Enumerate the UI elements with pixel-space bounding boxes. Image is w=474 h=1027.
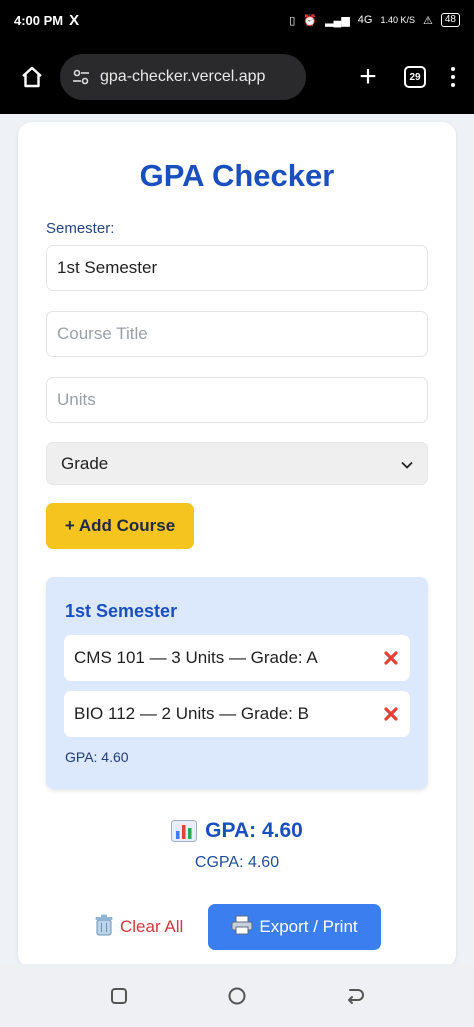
grade-select-value: Grade xyxy=(61,453,109,473)
clear-all-button[interactable]: Clear All xyxy=(94,904,183,950)
net-speed: 1.40 K/S xyxy=(380,15,415,25)
status-bar: 4:00 PM X ▯ ⏰ ▂▄▆ 4G 1.40 K/S ⚠ 48 xyxy=(0,0,474,40)
browser-toolbar: gpa-checker.vercel.app + 29 xyxy=(0,40,474,114)
system-nav-bar xyxy=(0,964,474,1027)
semester-section-title: 1st Semester xyxy=(65,601,178,621)
signal-icon: ▂▄▆ xyxy=(325,14,350,27)
bar-chart-icon xyxy=(171,820,198,842)
x-app-icon: X xyxy=(69,11,80,29)
export-print-button[interactable]: Export / Print xyxy=(208,904,381,950)
tab-switcher-button[interactable]: 29 xyxy=(404,66,426,88)
chevron-down-icon xyxy=(401,454,413,474)
new-tab-icon[interactable]: + xyxy=(354,62,382,92)
semester-gpa: GPA: 4.60 xyxy=(65,749,129,765)
semester-label: Semester: xyxy=(46,220,115,237)
trash-icon xyxy=(94,914,114,941)
course-item: BIO 112 — 2 Units — Grade: B xyxy=(64,691,410,737)
home-icon[interactable] xyxy=(12,57,52,97)
vibrate-icon: ▯ xyxy=(289,14,296,27)
clear-all-label: Clear All xyxy=(120,917,184,936)
course-item-text: BIO 112 — 2 Units — Grade: B xyxy=(74,704,309,723)
export-print-label: Export / Print xyxy=(259,917,358,936)
course-item-text: CMS 101 — 3 Units — Grade: A xyxy=(74,648,318,667)
overall-gpa: GPA: 4.60 xyxy=(18,819,456,843)
alarm-icon: ⏰ xyxy=(303,14,318,27)
page-title: GPA Checker xyxy=(139,158,335,193)
overall-gpa-text: GPA: 4.60 xyxy=(205,819,303,842)
back-icon[interactable] xyxy=(340,981,370,1011)
address-bar[interactable]: gpa-checker.vercel.app xyxy=(60,54,306,100)
semester-section: 1st Semester CMS 101 — 3 Units — Grade: … xyxy=(46,577,428,789)
semester-input[interactable]: 1st Semester xyxy=(46,245,428,291)
units-input[interactable]: Units xyxy=(46,377,428,423)
recents-icon[interactable] xyxy=(104,981,134,1011)
home-nav-icon[interactable] xyxy=(222,981,252,1011)
add-course-button[interactable]: + Add Course xyxy=(46,503,194,549)
page-content: GPA Checker Semester: 1st Semester Cours… xyxy=(0,114,474,968)
delete-icon[interactable] xyxy=(382,705,400,723)
warning-icon: ⚠ xyxy=(423,14,433,27)
network-type: 4G xyxy=(357,14,373,26)
status-icons: ▯ ⏰ ▂▄▆ 4G 1.40 K/S ⚠ 48 xyxy=(289,13,460,27)
site-settings-icon[interactable] xyxy=(72,68,90,86)
course-title-input[interactable]: Course Title xyxy=(46,311,428,357)
delete-icon[interactable] xyxy=(382,649,400,667)
cgpa-text: CGPA: 4.60 xyxy=(194,854,280,871)
battery-icon: 48 xyxy=(440,13,460,27)
more-menu-icon[interactable] xyxy=(448,67,458,87)
url-text: gpa-checker.vercel.app xyxy=(100,68,266,85)
printer-icon xyxy=(231,915,253,940)
grade-select[interactable]: Grade xyxy=(46,442,428,485)
gpa-card: GPA Checker Semester: 1st Semester Cours… xyxy=(18,122,456,968)
status-time: 4:00 PM xyxy=(14,12,64,28)
course-item: CMS 101 — 3 Units — Grade: A xyxy=(64,635,410,681)
